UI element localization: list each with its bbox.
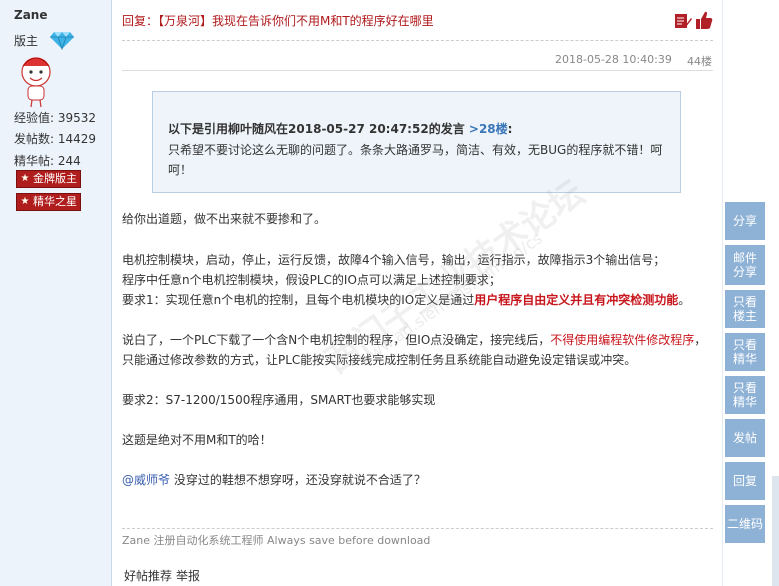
post-actions: 好帖推荐 举报 (124, 567, 204, 584)
highlight-text: 不得使用编程软件修改程序 (550, 333, 695, 347)
quote-block: 以下是引用柳叶随风在2018-05-27 20:47:52的发言 >28楼: 只… (152, 91, 681, 193)
quote-header: 以下是引用柳叶随风在2018-05-27 20:47:52的发言 >28楼: (168, 122, 513, 136)
badge-featured-star: ★ 精华之星 (16, 193, 81, 211)
avatar[interactable] (14, 52, 58, 108)
divider (122, 40, 713, 41)
post-line: 说白了，一个PLC下载了一个含N个电机控制的程序，但IO点没确定，接完线后，不得… (122, 333, 707, 347)
share-button[interactable]: 分享 (725, 202, 765, 240)
post-line: 只能通过修改参数的方式，让PLC能按实际接线完成控制任务且系统能自动避免设定错误… (122, 353, 637, 367)
post-line: 程序中任意n个电机控制模块，假设PLC的IO点可以满足上述控制要求； (122, 273, 501, 287)
new-post-button[interactable]: 发帖 (725, 419, 765, 457)
qrcode-button[interactable]: 二维码 (725, 505, 765, 543)
post-line: 这题是绝对不用M和T的哈！ (122, 433, 272, 447)
mention-link[interactable]: @威师爷 (122, 473, 170, 487)
email-share-button[interactable]: 邮件分享 (725, 245, 765, 285)
scrollbar[interactable] (772, 476, 779, 586)
thumbs-up-icon[interactable] (695, 10, 713, 30)
quote-text: 只希望不要讨论这么无聊的问题了。条条大路通罗马，简洁、有效，无BUG的程序就不错… (168, 143, 663, 177)
highlight-text: 用户程序自由定义并且有冲突检测功能 (474, 293, 679, 307)
only-op-button[interactable]: 只看楼主 (725, 290, 765, 328)
reply-button[interactable]: 回复 (725, 462, 765, 500)
star-icon: ★ (20, 173, 30, 184)
only-featured-button-2[interactable]: 只看精华 (725, 376, 765, 414)
divider (722, 0, 723, 586)
quote-author: 柳叶随风 (228, 122, 277, 136)
badge-gold-moderator: ★ 金牌版主 (16, 170, 81, 188)
stat-featured: 精华帖: 244 (14, 154, 81, 168)
post-datetime: 2018-05-28 10:40:39 (555, 53, 672, 66)
user-panel: Zane 版主 经验值: 39532 发帖数: 14429 精华帖: 244 ★… (0, 0, 112, 586)
divider (122, 70, 713, 71)
quote-floor-link[interactable]: >28楼 (469, 122, 508, 136)
quote-time: 2018-05-27 20:47:52 (288, 122, 429, 136)
stat-experience: 经验值: 39532 (14, 111, 97, 125)
recommend-link[interactable]: 好帖推荐 (124, 569, 172, 583)
signature: Zane 注册自动化系统工程师 Always save before downl… (122, 534, 431, 547)
divider (122, 528, 713, 529)
username[interactable]: Zane (14, 8, 47, 22)
report-link[interactable]: 举报 (176, 569, 200, 583)
user-role: 版主 (14, 34, 39, 48)
stat-posts: 发帖数: 14429 (14, 132, 97, 146)
post-line: @威师爷 没穿过的鞋想不想穿呀，还没穿就说不合适了？ (122, 473, 426, 487)
edit-icon[interactable] (674, 12, 692, 30)
post-line: 给你出道题，做不出来就不要掺和了。 (122, 212, 327, 226)
only-featured-button[interactable]: 只看精华 (725, 333, 765, 371)
post-line: 要求2：S7-1200/1500程序通用，SMART也要求能够实现 (122, 393, 436, 407)
floor-number[interactable]: 44楼 (687, 53, 712, 69)
post-line: 要求1：实现任意n个电机的控制，且每个电机模块的IO定义是通过用户程序自由定义并… (122, 293, 691, 307)
star-icon: ★ (20, 196, 30, 207)
post-title: 回复：【万泉河】我现在告诉你们不用M和T的程序好在哪里 (122, 14, 434, 28)
post-line: 电机控制模块，启动，停止，运行反馈，故障4个输入信号，输出，运行指示，故障指示3… (122, 253, 666, 267)
diamond-icon (50, 32, 74, 50)
